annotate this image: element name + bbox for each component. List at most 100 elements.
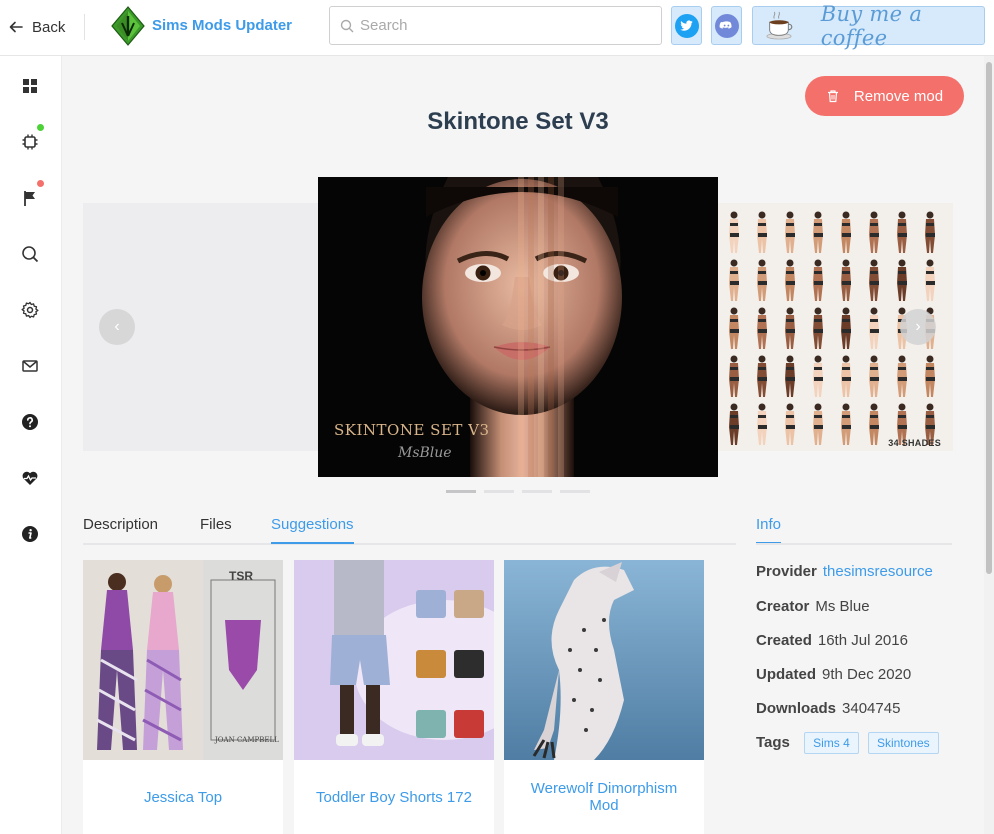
sidebar bbox=[0, 56, 62, 834]
carousel-indicator[interactable] bbox=[522, 490, 552, 493]
twitter-button[interactable] bbox=[671, 6, 702, 45]
info-updated-row: Updated 9th Dec 2020 bbox=[756, 666, 911, 683]
suggestion-thumbnail bbox=[294, 560, 494, 760]
plumbob-logo-icon bbox=[111, 6, 145, 46]
mod-tabs: Description Files Suggestions bbox=[83, 506, 736, 545]
shade-figure bbox=[813, 211, 823, 253]
shade-figure bbox=[729, 355, 739, 397]
shade-figure bbox=[813, 307, 823, 349]
chevron-left-icon: ‹ bbox=[114, 318, 120, 335]
buy-coffee-button[interactable]: Buy me a coffee bbox=[752, 2, 985, 50]
shade-figure bbox=[897, 211, 907, 253]
shade-figure bbox=[813, 259, 823, 301]
remove-mod-label: Remove mod bbox=[853, 87, 944, 105]
info-icon bbox=[22, 526, 38, 542]
svg-text:TSR: TSR bbox=[229, 569, 253, 583]
shade-figure bbox=[869, 211, 879, 253]
sidebar-item-updates[interactable] bbox=[20, 132, 40, 152]
shade-figure bbox=[897, 259, 907, 301]
shade-figure bbox=[925, 211, 935, 253]
scrollbar[interactable] bbox=[984, 56, 994, 834]
info-tab[interactable]: Info bbox=[756, 516, 782, 544]
suggestion-card[interactable]: Werewolf Dimorphism Mod bbox=[504, 560, 704, 834]
sidebar-item-settings[interactable] bbox=[20, 300, 40, 320]
shade-figure bbox=[925, 355, 935, 397]
shade-figure bbox=[757, 307, 767, 349]
slide-signature: MsBlue bbox=[398, 445, 452, 461]
shade-figure bbox=[841, 355, 851, 397]
divider bbox=[84, 14, 85, 40]
twitter-icon bbox=[674, 13, 699, 38]
search-icon bbox=[22, 246, 39, 263]
tag-sims-4[interactable]: Sims 4 bbox=[804, 732, 859, 754]
tags-label: Tags bbox=[756, 734, 790, 751]
shade-figure bbox=[729, 211, 739, 253]
info-downloads-row: Downloads 3404745 bbox=[756, 700, 900, 717]
gear-icon bbox=[21, 301, 39, 319]
carousel-indicator[interactable] bbox=[560, 490, 590, 493]
shade-figure bbox=[869, 259, 879, 301]
back-label: Back bbox=[32, 18, 66, 36]
updated-value: 9th Dec 2020 bbox=[822, 666, 912, 683]
carousel-indicator[interactable] bbox=[484, 490, 514, 493]
sidebar-item-dashboard[interactable] bbox=[20, 76, 40, 96]
arrow-left-icon bbox=[9, 21, 23, 33]
slide-caption: SKINTONE SET V3 bbox=[334, 421, 490, 439]
tag-skintones[interactable]: Skintones bbox=[867, 732, 939, 754]
search-icon bbox=[340, 19, 354, 32]
creator-value: Ms Blue bbox=[815, 598, 870, 615]
chip-icon bbox=[22, 134, 38, 150]
discord-button[interactable] bbox=[711, 6, 742, 45]
tab-description[interactable]: Description bbox=[83, 516, 158, 542]
suggestion-card[interactable]: TSR JOAN CAMPBELL Jessica Top bbox=[83, 560, 283, 834]
discord-icon bbox=[714, 13, 739, 38]
carousel-next-button[interactable]: › bbox=[900, 309, 936, 345]
carousel-indicators bbox=[446, 490, 590, 493]
grid-icon bbox=[23, 79, 37, 93]
creator-label: Creator bbox=[756, 598, 810, 615]
shade-figure bbox=[841, 307, 851, 349]
suggestion-card[interactable]: Toddler Boy Shorts 172 bbox=[294, 560, 494, 834]
created-value: 16th Jul 2016 bbox=[817, 632, 908, 649]
mod-detail-view: Remove mod Skintone Set V3 34 SHADES SKI… bbox=[62, 56, 984, 834]
shade-figure bbox=[729, 403, 739, 445]
shade-figure bbox=[925, 259, 935, 301]
info-tags-row: Tags Sims 4 Skintones bbox=[756, 732, 939, 754]
suggestion-title: Jessica Top bbox=[143, 788, 223, 806]
search-box[interactable] bbox=[329, 6, 662, 45]
tab-files[interactable]: Files bbox=[200, 516, 232, 542]
scrollbar-thumb[interactable] bbox=[986, 62, 992, 574]
shade-figure bbox=[841, 211, 851, 253]
tab-suggestions[interactable]: Suggestions bbox=[271, 516, 354, 544]
coffee-cup-icon bbox=[766, 11, 793, 39]
shade-figure bbox=[785, 211, 795, 253]
sidebar-item-messages[interactable] bbox=[20, 356, 40, 376]
back-button[interactable]: Back bbox=[8, 14, 65, 40]
shade-figure bbox=[841, 403, 851, 445]
carousel-prev-button[interactable]: ‹ bbox=[99, 309, 135, 345]
carousel-indicator[interactable] bbox=[446, 490, 476, 493]
shade-figure bbox=[757, 259, 767, 301]
sidebar-item-search[interactable] bbox=[20, 244, 40, 264]
sidebar-item-reports[interactable] bbox=[20, 188, 40, 208]
suggestion-thumbnail bbox=[504, 560, 704, 760]
shade-figure bbox=[785, 355, 795, 397]
heart-pulse-icon bbox=[22, 471, 38, 485]
shade-figure bbox=[813, 355, 823, 397]
sidebar-item-about[interactable] bbox=[20, 524, 40, 544]
shades-label: 34 SHADES bbox=[888, 438, 941, 448]
shade-figure bbox=[729, 307, 739, 349]
shade-figure bbox=[757, 403, 767, 445]
buy-coffee-label: Buy me a coffee bbox=[820, 1, 923, 50]
sidebar-item-help[interactable] bbox=[20, 412, 40, 432]
shade-figure bbox=[729, 259, 739, 301]
mod-title: Skintone Set V3 bbox=[427, 108, 609, 135]
shade-figure bbox=[841, 259, 851, 301]
provider-link[interactable]: thesimsresource bbox=[823, 563, 933, 580]
info-created-row: Created 16th Jul 2016 bbox=[756, 632, 908, 649]
carousel-slide-active[interactable]: SKINTONE SET V3 MsBlue bbox=[318, 177, 718, 477]
shade-figure bbox=[813, 403, 823, 445]
shade-figure bbox=[869, 403, 879, 445]
sidebar-item-health[interactable] bbox=[20, 468, 40, 488]
search-input[interactable] bbox=[360, 17, 640, 34]
